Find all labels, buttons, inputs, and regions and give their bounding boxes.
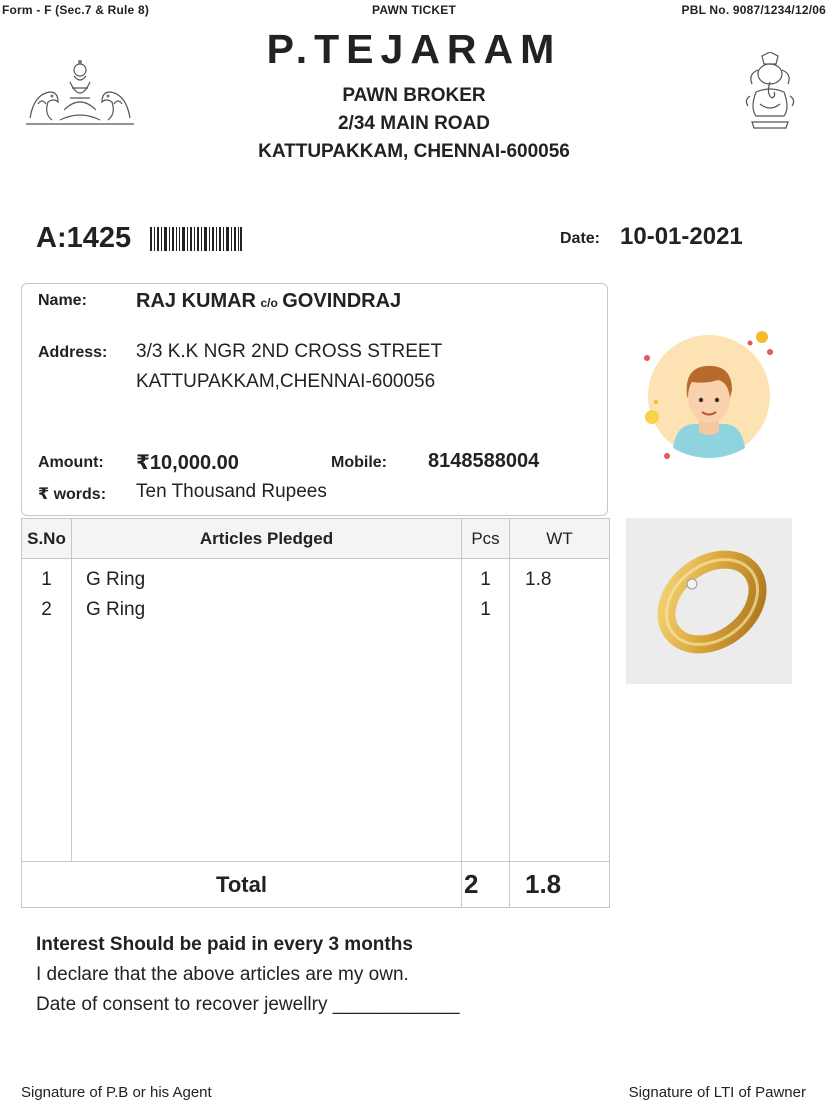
mobile-number: 8148588004 xyxy=(428,450,540,472)
wt-column-header: WT xyxy=(509,518,610,559)
business-name: P.TEJARAM xyxy=(266,26,562,72)
sno-column-header: S.No xyxy=(21,518,72,559)
business-type: PAWN BROKER xyxy=(342,85,486,106)
row1-pcs: 1 xyxy=(480,569,491,590)
total-label: Total xyxy=(21,861,462,908)
declaration-note: I declare that the above articles are my… xyxy=(36,964,409,985)
row1-wt: 1.8 xyxy=(525,569,552,590)
consent-note: Date of consent to recover jewellry ____… xyxy=(36,994,460,1015)
customer-name: RAJ KUMAR xyxy=(136,290,256,312)
amount-in-words: Ten Thousand Rupees xyxy=(136,481,327,502)
date-label: Date: xyxy=(560,230,601,247)
loan-amount: ₹10,000.00 xyxy=(136,452,239,474)
row2-article: G Ring xyxy=(86,599,146,620)
account-number: A:1425 xyxy=(36,222,132,254)
business-address-line1: 2/34 MAIN ROAD xyxy=(337,113,491,134)
customer-avatar-icon xyxy=(644,331,773,459)
guardian-name: GOVINDRAJ xyxy=(282,290,402,312)
item-photo xyxy=(626,518,792,684)
pcs-column-header: Pcs xyxy=(461,518,510,559)
row2-sno: 2 xyxy=(41,599,52,620)
barcode-icon xyxy=(150,227,242,251)
row1-article: G Ring xyxy=(86,569,146,590)
articles-table: S.No Articles Pledged Pcs WT 1 2 G Ring … xyxy=(21,518,610,908)
total-row: Total 2 1.8 xyxy=(21,861,610,908)
customer-details-card: Name: RAJ KUMAR c/o GOVINDRAJ Address: 3… xyxy=(21,283,608,516)
amount-label: Amount: xyxy=(38,454,104,471)
article-cell: G Ring G Ring xyxy=(71,558,462,862)
pawner-signature-label: Signature of LTI of Pawner xyxy=(628,1084,806,1101)
wt-cell: 1.8 xyxy=(509,558,610,862)
date-value: 10-01-2021 xyxy=(620,223,743,250)
customer-address-line2: KATTUPAKKAM,CHENNAI-600056 xyxy=(136,371,436,392)
gold-ring-icon xyxy=(657,550,767,654)
row2-pcs: 1 xyxy=(480,599,491,620)
mobile-label: Mobile: xyxy=(331,454,387,471)
customer-address-line1: 3/3 K.K NGR 2ND CROSS STREET xyxy=(136,341,443,362)
customer-name-line: RAJ KUMAR c/o GOVINDRAJ xyxy=(136,290,401,313)
total-pcs: 2 xyxy=(461,861,510,908)
care-of-label: c/o xyxy=(260,296,278,310)
name-label: Name: xyxy=(38,292,87,309)
business-address-line2: KATTUPAKKAM, CHENNAI-600056 xyxy=(258,141,570,162)
licence-number: PBL No. 9087/1234/12/06 xyxy=(681,3,826,17)
sno-cell: 1 2 xyxy=(21,558,72,862)
amount-words-label: ₹ words: xyxy=(38,486,107,503)
terms-section: Interest Should be paid in every 3 month… xyxy=(36,930,460,1020)
pcs-cell: 1 1 xyxy=(461,558,510,862)
table-body-row: 1 2 G Ring G Ring 1 1 1.8 xyxy=(21,558,610,862)
article-column-header: Articles Pledged xyxy=(71,518,462,559)
interest-note: Interest Should be paid in every 3 month… xyxy=(36,934,413,955)
address-label: Address: xyxy=(38,344,108,361)
row1-sno: 1 xyxy=(41,569,52,590)
broker-signature-label: Signature of P.B or his Agent xyxy=(21,1084,212,1101)
table-header-row: S.No Articles Pledged Pcs WT xyxy=(21,518,610,559)
total-wt: 1.8 xyxy=(509,861,610,908)
